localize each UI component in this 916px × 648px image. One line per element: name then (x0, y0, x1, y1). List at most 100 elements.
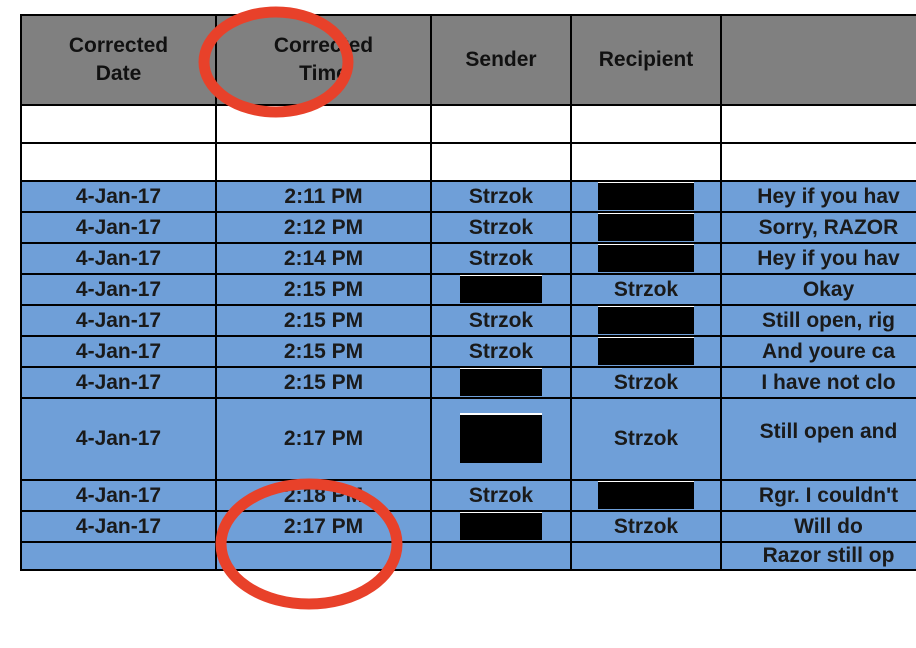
redaction-block-sender (460, 415, 542, 463)
table-row[interactable]: 4-Jan-17 2:18 PM Strzok Rgr. I couldn't (20, 479, 916, 512)
blank-cell (215, 104, 432, 144)
column-header-corrected-date: Corrected Date (20, 14, 217, 106)
cell-message[interactable]: Still open and (720, 397, 916, 481)
table-body: 4-Jan-17 2:11 PM Strzok Hey if you hav 4-Jan… (20, 104, 916, 571)
table-header: Corrected Date Corrected Time Sender Rec… (20, 14, 916, 106)
blank-cell (570, 142, 722, 182)
cell-corrected-date[interactable]: 4-Jan-17 (20, 242, 217, 275)
table-row[interactable]: 4-Jan-17 2:17 PM Strzok Still open and (20, 397, 916, 481)
cell-message[interactable]: Hey if you hav (720, 242, 916, 275)
table-row[interactable]: Razor still op (20, 541, 916, 571)
cell-sender[interactable] (430, 366, 572, 399)
redaction-block-recipient (598, 214, 694, 241)
blank-cell (570, 104, 722, 144)
table-row[interactable]: 4-Jan-17 2:14 PM Strzok Hey if you hav (20, 242, 916, 275)
table-row[interactable]: 4-Jan-17 2:15 PM Strzok And youre ca (20, 335, 916, 368)
cell-message[interactable]: Still open, rig (720, 304, 916, 337)
blank-cell (430, 104, 572, 144)
header-label-line2: Date (95, 62, 142, 85)
cell-corrected-date[interactable] (20, 541, 217, 571)
cell-corrected-date[interactable]: 4-Jan-17 (20, 510, 217, 543)
table-row[interactable]: 4-Jan-17 2:17 PM Strzok Will do (20, 510, 916, 543)
table-row[interactable]: 4-Jan-17 2:15 PM Strzok Okay (20, 273, 916, 306)
cell-message[interactable]: And youre ca (720, 335, 916, 368)
cell-recipient[interactable]: Strzok (570, 366, 722, 399)
table-row[interactable]: 4-Jan-17 2:15 PM Strzok I have not clo (20, 366, 916, 399)
cell-message[interactable]: Sorry, RAZOR (720, 211, 916, 244)
redaction-block-sender (460, 369, 542, 396)
cell-message[interactable]: Hey if you hav (720, 180, 916, 213)
cell-recipient[interactable]: Strzok (570, 273, 722, 306)
cell-recipient[interactable] (570, 211, 722, 244)
header-label-line1: Corrected (68, 33, 169, 57)
cell-corrected-date[interactable]: 4-Jan-17 (20, 273, 217, 306)
blank-cell (215, 142, 432, 182)
cell-message[interactable]: Will do (720, 510, 916, 543)
cell-recipient[interactable] (570, 479, 722, 512)
redaction-block-recipient (598, 245, 694, 272)
cell-sender[interactable] (430, 510, 572, 543)
cell-recipient[interactable] (570, 242, 722, 275)
cell-sender[interactable] (430, 541, 572, 571)
cell-sender[interactable]: Strzok (430, 180, 572, 213)
cell-corrected-time[interactable]: 2:11 PM (215, 180, 432, 213)
cell-sender[interactable]: Strzok (430, 211, 572, 244)
blank-cell (20, 104, 217, 144)
blank-cell (720, 104, 916, 144)
cell-corrected-time[interactable] (215, 541, 432, 571)
cell-sender[interactable] (430, 397, 572, 481)
cell-corrected-time[interactable]: 2:17 PM (215, 397, 432, 481)
cell-recipient[interactable]: Strzok (570, 397, 722, 481)
cell-message[interactable]: Rgr. I couldn't (720, 479, 916, 512)
blank-cell (430, 142, 572, 182)
cell-sender[interactable]: Strzok (430, 335, 572, 368)
column-header-sender: Sender (430, 14, 572, 106)
cell-corrected-time[interactable]: 2:15 PM (215, 304, 432, 337)
cell-message[interactable]: I have not clo (720, 366, 916, 399)
redaction-block-recipient (598, 307, 694, 334)
cell-corrected-time[interactable]: 2:17 PM (215, 510, 432, 543)
redaction-block-recipient (598, 183, 694, 210)
column-header-corrected-time: Corrected Time (215, 14, 432, 106)
blank-row (20, 142, 916, 182)
cell-recipient[interactable] (570, 304, 722, 337)
spreadsheet-canvas: Corrected Date Corrected Time Sender Rec… (0, 0, 916, 648)
cell-corrected-time[interactable]: 2:14 PM (215, 242, 432, 275)
cell-corrected-time[interactable]: 2:18 PM (215, 479, 432, 512)
header-label-line1: Sender (465, 47, 537, 71)
table-row[interactable]: 4-Jan-17 2:12 PM Strzok Sorry, RAZOR (20, 211, 916, 244)
cell-sender[interactable]: Strzok (430, 479, 572, 512)
blank-cell (720, 142, 916, 182)
message-log-table: Corrected Date Corrected Time Sender Rec… (20, 14, 916, 571)
cell-recipient[interactable]: Strzok (570, 510, 722, 543)
cell-sender[interactable]: Strzok (430, 242, 572, 275)
header-label-line1: Recipient (598, 47, 694, 71)
redaction-block-sender (460, 276, 542, 303)
cell-message[interactable]: Okay (720, 273, 916, 306)
cell-recipient[interactable] (570, 335, 722, 368)
cell-recipient[interactable] (570, 541, 722, 571)
blank-row (20, 104, 916, 144)
cell-corrected-date[interactable]: 4-Jan-17 (20, 180, 217, 213)
cell-sender[interactable] (430, 273, 572, 306)
cell-corrected-time[interactable]: 2:15 PM (215, 273, 432, 306)
cell-corrected-date[interactable]: 4-Jan-17 (20, 479, 217, 512)
header-label-line1: Corrected (273, 33, 374, 57)
table-row[interactable]: 4-Jan-17 2:11 PM Strzok Hey if you hav (20, 180, 916, 213)
header-row: Corrected Date Corrected Time Sender Rec… (20, 14, 916, 106)
redaction-block-recipient (598, 338, 694, 365)
cell-sender[interactable]: Strzok (430, 304, 572, 337)
column-header-message (720, 14, 916, 106)
redaction-block-recipient (598, 482, 694, 509)
cell-corrected-date[interactable]: 4-Jan-17 (20, 304, 217, 337)
cell-message[interactable]: Razor still op (720, 541, 916, 571)
cell-corrected-date[interactable]: 4-Jan-17 (20, 211, 217, 244)
cell-corrected-time[interactable]: 2:12 PM (215, 211, 432, 244)
cell-recipient[interactable] (570, 180, 722, 213)
cell-corrected-time[interactable]: 2:15 PM (215, 366, 432, 399)
cell-corrected-date[interactable]: 4-Jan-17 (20, 335, 217, 368)
cell-corrected-time[interactable]: 2:15 PM (215, 335, 432, 368)
table-row[interactable]: 4-Jan-17 2:15 PM Strzok Still open, rig (20, 304, 916, 337)
cell-corrected-date[interactable]: 4-Jan-17 (20, 397, 217, 481)
cell-corrected-date[interactable]: 4-Jan-17 (20, 366, 217, 399)
